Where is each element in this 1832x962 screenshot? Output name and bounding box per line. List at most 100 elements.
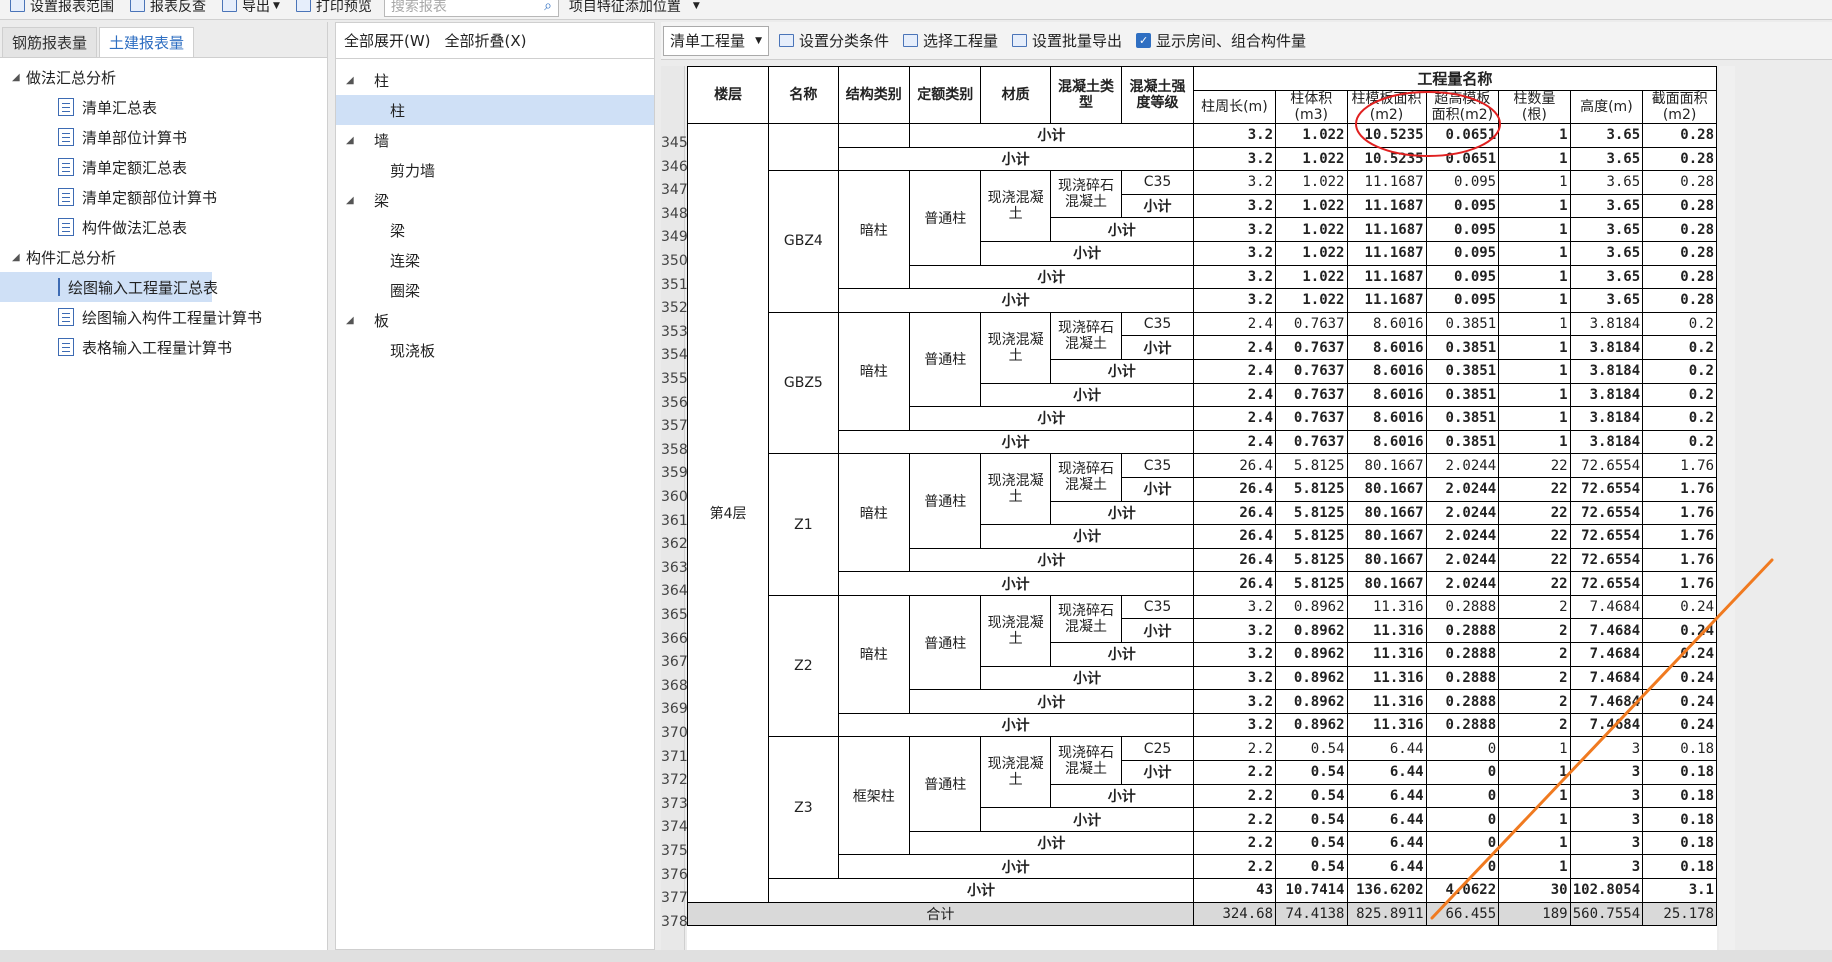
batch-export-button[interactable]: 设置批量导出 [1012, 30, 1122, 51]
value-cell: 5.8125 [1275, 453, 1348, 478]
tree-group-component-summary[interactable]: ◢ 构件汇总分析 [0, 242, 327, 272]
grid-table-icon [903, 34, 919, 47]
table-row: GBZ4 暗柱 普通柱 现浇混凝土 现浇碎石混凝土 C35 3.2 1.022 11.1687 0… [688, 170, 1717, 313]
value-cell: 1.022 [1275, 170, 1348, 195]
chevron-down-icon: ▼ [273, 0, 280, 11]
row-number: 359 [661, 465, 688, 482]
value-cell: 2.0244 [1425, 524, 1500, 549]
search-input[interactable]: 搜索报表 ⌕ [383, 0, 559, 17]
tree-item-ring-beam[interactable]: 圈梁 [336, 275, 654, 305]
tree-item-component-method-summary[interactable]: 构件做法汇总表 [0, 212, 327, 242]
component-name-cell: Z2 [768, 594, 839, 738]
value-cell: 1.76 [1642, 571, 1717, 596]
value-cell: 0 [1425, 854, 1500, 879]
set-category-button[interactable]: 设置分类条件 [779, 30, 889, 51]
value-cell: 2 [1498, 689, 1571, 714]
value-cell: 1 [1498, 311, 1571, 337]
tree-item-drawing-input-summary[interactable]: 绘图输入工程量汇总表 [0, 272, 218, 302]
tree-group-slab[interactable]: ◢ 板 [336, 305, 654, 335]
value-cell: 0.28 [1642, 146, 1717, 172]
value-cell: 1 [1498, 193, 1571, 219]
row-number: 347 [661, 182, 688, 199]
value-cell: 0.2 [1642, 311, 1717, 337]
blank-cell [837, 123, 911, 148]
value-cell: 8.6016 [1346, 429, 1427, 455]
value-cell: 7.4684 [1569, 689, 1644, 714]
value-cell: 0.2 [1642, 335, 1717, 360]
quantity-type-select[interactable]: 清单工程量 ▼ [663, 25, 769, 56]
tree-group-beam[interactable]: ◢ 梁 [336, 185, 654, 215]
subtotal-label: 小计 [837, 288, 1194, 313]
report-tabs: 钢筋报表量 土建报表量 [0, 22, 327, 58]
component-name-cell: Z1 [768, 453, 839, 596]
table-row: Z3 框架柱 普通柱 现浇混凝土 现浇碎石混凝土 C25 2.2 0.54 6.44 0 1 3 0.1… [688, 736, 1717, 879]
subtotal-label: 小计 [837, 429, 1194, 455]
tree-item-column[interactable]: 柱 [336, 95, 654, 125]
tree-item-cast-slab[interactable]: 现浇板 [336, 335, 654, 365]
value-cell: 0.095 [1425, 170, 1500, 195]
tree-group-method-summary[interactable]: ◢ 做法汇总分析 [0, 62, 327, 92]
value-cell: 1 [1498, 783, 1571, 809]
tree-item-shear-wall[interactable]: 剪力墙 [336, 155, 654, 185]
value-cell: 1 [1498, 170, 1571, 195]
table-row: 第4层 小计 3.2 1.022 10.5235 0.0651 1 3.65 0.28 [686, 122, 1717, 903]
value-cell: 0.3851 [1425, 429, 1500, 455]
value-cell: 0.095 [1425, 217, 1500, 242]
value-cell: 11.1687 [1346, 288, 1427, 313]
value-cell: 3.8184 [1569, 406, 1644, 431]
quantity-report-table: 楼层 名称 结构类别 定额类别 材质 混凝土类型 混凝土强度等级 工程量名称 柱… [686, 66, 1718, 927]
tree-item-bill-summary[interactable]: 清单汇总表 [0, 92, 327, 122]
subtotal-label: 小计 [1121, 335, 1194, 360]
tree-item-link-beam[interactable]: 连梁 [336, 245, 654, 275]
tree-group-column[interactable]: ◢ 柱 [336, 65, 654, 95]
value-cell: 72.6554 [1569, 571, 1644, 596]
tree-item-bill-quota-part-calc[interactable]: 清单定额部位计算书 [0, 182, 327, 212]
value-cell: 0.7637 [1275, 311, 1348, 337]
feature-position-dropdown[interactable]: 项目特征添加位置 ▼ [569, 0, 700, 16]
value-cell: 11.1687 [1346, 240, 1427, 266]
tree-item-table-input-calc[interactable]: 表格输入工程量计算书 [0, 332, 327, 362]
tree-item-bill-quota-summary[interactable]: 清单定额汇总表 [0, 152, 327, 182]
value-cell: 1.76 [1642, 500, 1717, 526]
tree-item-beam[interactable]: 梁 [336, 215, 654, 245]
expand-all-button[interactable]: 全部展开(W) [344, 30, 431, 51]
header-name: 名称 [768, 66, 839, 124]
value-cell: 8.6016 [1346, 382, 1427, 408]
value-cell: 0.8962 [1275, 594, 1348, 620]
value-cell: 22 [1498, 500, 1571, 526]
value-cell: 7.4684 [1569, 594, 1644, 620]
value-cell: 1 [1498, 288, 1571, 313]
tab-civil-report[interactable]: 土建报表量 [99, 27, 195, 57]
value-cell: 3.2 [1192, 642, 1277, 667]
value-cell: 0.7637 [1275, 382, 1348, 408]
value-cell: 22 [1498, 524, 1571, 549]
vertical-scrollbar[interactable] [1719, 66, 1735, 951]
subtotal-label: 小计 [837, 854, 1194, 879]
value-cell: 0.2 [1642, 358, 1717, 384]
tree-item-drawing-component-calc[interactable]: 绘图输入构件工程量计算书 [0, 302, 327, 332]
set-report-range-button[interactable]: 设置报表范围 [10, 0, 114, 16]
value-cell: 0.2 [1642, 429, 1717, 455]
export-button[interactable]: 导出 ▼ [222, 0, 280, 16]
report-tree: ◢ 做法汇总分析 清单汇总表 清单部位计算书 清单定额汇总表 清单定额部位计算书 … [0, 58, 327, 362]
struct-cell: 暗柱 [837, 594, 911, 714]
report-lookup-icon [130, 0, 145, 12]
collapse-all-button[interactable]: 全部折叠(X) [445, 30, 527, 51]
value-cell: 6.44 [1346, 760, 1427, 785]
select-quantity-button[interactable]: 选择工程量 [903, 30, 998, 51]
report-lookup-button[interactable]: 报表反查 [130, 0, 206, 16]
tab-rebar-report[interactable]: 钢筋报表量 [2, 27, 98, 57]
value-cell: 1 [1498, 830, 1571, 856]
value-cell: 0.095 [1425, 264, 1500, 290]
value-cell: 0.18 [1642, 783, 1717, 809]
tree-item-bill-part-calc[interactable]: 清单部位计算书 [0, 122, 327, 152]
report-tree-panel: 钢筋报表量 土建报表量 ◢ 做法汇总分析 清单汇总表 清单部位计算书 清单定额汇总… [0, 22, 328, 950]
value-cell: 0.28 [1642, 240, 1717, 266]
table-row: Z2 暗柱 普通柱 现浇混凝土 现浇碎石混凝土 C35 3.2 0.8962 11.316 0.2… [688, 594, 1717, 738]
value-cell: 0.8962 [1275, 665, 1348, 691]
print-preview-button[interactable]: 打印预览 [295, 0, 372, 16]
value-cell: 1 [1498, 264, 1571, 290]
value-cell: 3.2 [1192, 146, 1277, 172]
tree-group-wall[interactable]: ◢ 墙 [336, 125, 654, 155]
show-room-checkbox[interactable]: ✓ 显示房间、组合构件量 [1136, 30, 1306, 51]
